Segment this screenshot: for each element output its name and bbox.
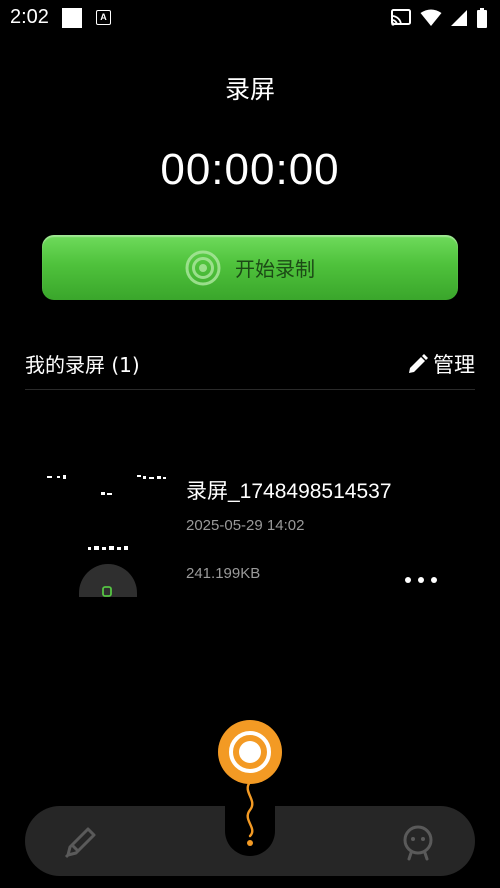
cast-icon bbox=[391, 9, 411, 26]
more-dot bbox=[431, 577, 437, 583]
edit-pencil-icon bbox=[409, 354, 428, 373]
recording-size: 241.199KB bbox=[186, 565, 261, 582]
recording-name: 录屏_1748498514537 bbox=[186, 475, 392, 505]
edit-pen-icon[interactable] bbox=[62, 823, 100, 861]
more-dot bbox=[418, 577, 424, 583]
my-recordings-header: 我的录屏 (1) 管理 bbox=[25, 345, 475, 390]
start-recording-button[interactable]: 开始录制 bbox=[42, 235, 458, 300]
status-bar: 2:02 A bbox=[0, 0, 500, 36]
more-options-button[interactable] bbox=[403, 567, 439, 593]
record-icon bbox=[229, 731, 271, 773]
record-icon bbox=[185, 250, 221, 285]
profile-icon[interactable] bbox=[399, 823, 437, 861]
recording-list-item[interactable]: 录屏_1748498514537 2025-05-29 14:02 241.19… bbox=[25, 455, 475, 605]
squiggle-line-icon bbox=[246, 780, 254, 846]
start-recording-label: 开始录制 bbox=[235, 257, 315, 281]
more-dot bbox=[405, 577, 411, 583]
status-time: 2:02 bbox=[10, 6, 49, 28]
record-tab-button[interactable] bbox=[218, 720, 282, 784]
battery-icon bbox=[477, 8, 487, 28]
recording-timer: 00:00:00 bbox=[160, 145, 340, 194]
signal-icon bbox=[451, 10, 467, 26]
manage-button[interactable]: 管理 bbox=[407, 349, 475, 379]
recording-thumbnail[interactable] bbox=[25, 455, 175, 597]
recording-name-prefix: 录屏 bbox=[186, 479, 228, 503]
page-title: 录屏 bbox=[224, 75, 275, 104]
section-title: 我的录屏 (1) bbox=[25, 353, 140, 377]
a-notification-icon: A bbox=[96, 10, 111, 25]
recording-date: 2025-05-29 14:02 bbox=[186, 517, 305, 534]
recording-name-suffix: _1748498514537 bbox=[228, 480, 392, 503]
wifi-icon bbox=[420, 9, 442, 26]
white-square-icon bbox=[62, 8, 82, 28]
manage-label: 管理 bbox=[433, 353, 475, 377]
